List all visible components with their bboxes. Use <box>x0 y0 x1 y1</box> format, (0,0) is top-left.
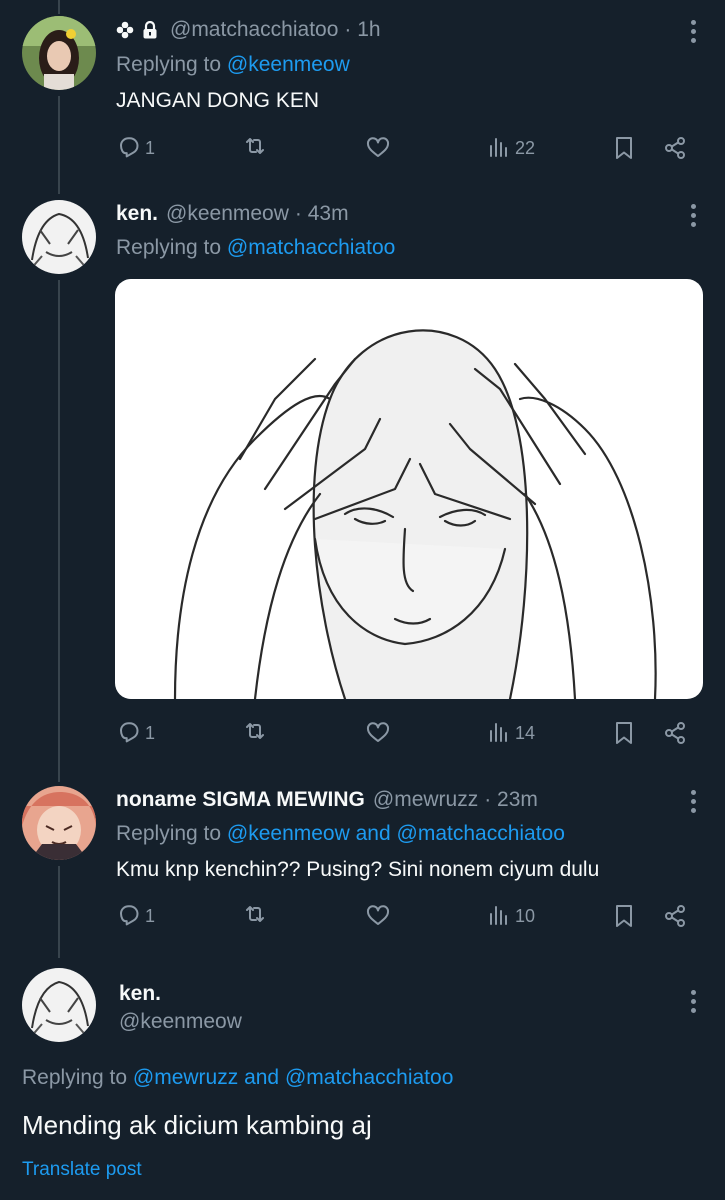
share-icon <box>665 905 685 927</box>
mention-conjunction: and <box>355 822 391 845</box>
reply-count: 1 <box>145 137 156 158</box>
replying-prefix: Replying to <box>22 1066 128 1089</box>
tweet-header: @matchacchiatoo · 1h <box>116 18 381 42</box>
replying-prefix: Replying to <box>116 822 222 845</box>
avatar[interactable] <box>22 786 96 860</box>
retweet-icon <box>246 138 264 154</box>
bookmark-button[interactable] <box>610 901 638 931</box>
bookmark-icon <box>616 722 632 744</box>
reply-button[interactable]: 1 <box>116 901 155 931</box>
reply-count: 1 <box>145 722 156 743</box>
timestamp[interactable]: · 43m <box>295 202 349 226</box>
view-count: 10 <box>515 905 536 926</box>
mention-link[interactable]: @keenmeow <box>227 822 350 845</box>
tweet-text: JANGAN DONG KEN <box>116 89 320 112</box>
tweet[interactable]: @matchacchiatoo · 1h Replying to @keenme… <box>0 0 725 190</box>
more-options-icon[interactable] <box>689 990 697 1013</box>
handle[interactable]: @mewruzz <box>373 788 478 812</box>
handle[interactable]: @matchacchiatoo <box>170 18 338 42</box>
reply-button[interactable]: 1 <box>116 718 155 748</box>
handle[interactable]: @keenmeow <box>166 202 289 226</box>
mention-link[interactable]: @mewruzz <box>133 1066 238 1089</box>
tweet-header: noname SIGMA MEWING @mewruzz · 23m <box>116 788 538 812</box>
lock-icon <box>142 20 158 39</box>
mention-link[interactable]: @keenmeow <box>227 53 350 76</box>
reply-icon <box>120 722 139 743</box>
heart-icon <box>366 137 390 157</box>
mention-link[interactable]: @matchacchiatoo <box>227 236 395 259</box>
action-bar: 1 14 <box>116 718 696 748</box>
share-button[interactable] <box>661 718 689 748</box>
share-button[interactable] <box>661 901 689 931</box>
retweet-icon <box>246 723 264 739</box>
views-icon <box>490 138 507 157</box>
like-button[interactable] <box>364 133 392 163</box>
replying-to: Replying to @keenmeow and @matchacchiato… <box>116 822 565 846</box>
retweet-icon <box>246 906 264 922</box>
view-count: 14 <box>515 722 536 743</box>
heart-icon <box>366 722 390 742</box>
display-name[interactable]: ken. <box>119 982 161 1006</box>
replying-to: Replying to @matchacchiatoo <box>116 236 395 260</box>
replying-to: Replying to @keenmeow <box>116 53 350 77</box>
more-options-icon[interactable] <box>689 790 697 813</box>
mention-conjunction: and <box>244 1066 280 1089</box>
tweet[interactable]: ken. @keenmeow · 43m Replying to @matcha… <box>0 190 725 762</box>
replying-prefix: Replying to <box>116 236 222 259</box>
like-button[interactable] <box>364 718 392 748</box>
tweet-image[interactable] <box>115 279 703 699</box>
view-count: 22 <box>515 137 536 158</box>
like-button[interactable] <box>364 901 392 931</box>
mention-link[interactable]: @matchacchiatoo <box>397 822 565 845</box>
views-icon <box>490 906 507 925</box>
action-bar: 1 22 <box>116 133 696 163</box>
share-button[interactable] <box>661 133 689 163</box>
replying-prefix: Replying to <box>116 53 222 76</box>
share-icon <box>665 137 685 159</box>
bookmark-icon <box>616 137 632 159</box>
retweet-button[interactable] <box>241 718 269 748</box>
more-options-icon[interactable] <box>689 20 697 43</box>
views-button[interactable]: 22 <box>486 133 535 163</box>
handle[interactable]: @keenmeow <box>119 1010 242 1034</box>
reply-count: 1 <box>145 905 156 926</box>
avatar[interactable] <box>22 200 96 274</box>
reply-icon <box>120 905 139 926</box>
display-name[interactable]: noname SIGMA MEWING <box>116 788 365 812</box>
avatar[interactable] <box>22 16 96 90</box>
heart-icon <box>366 905 390 925</box>
bookmark-icon <box>616 905 632 927</box>
timestamp[interactable]: · 1h <box>344 18 380 42</box>
views-button[interactable]: 14 <box>486 718 535 748</box>
tweet-text: Mending ak dicium kambing aj <box>22 1110 372 1140</box>
bookmark-button[interactable] <box>610 718 638 748</box>
timestamp[interactable]: · 23m <box>484 788 538 812</box>
focused-tweet[interactable]: ken. @keenmeow Replying to @mewruzz and … <box>0 958 725 1200</box>
action-bar: 1 10 <box>116 901 696 931</box>
share-icon <box>665 722 685 744</box>
views-button[interactable]: 10 <box>486 901 535 931</box>
reply-button[interactable]: 1 <box>116 133 155 163</box>
avatar[interactable] <box>22 968 96 1042</box>
retweet-button[interactable] <box>241 133 269 163</box>
flower-icon <box>116 21 134 39</box>
replying-to: Replying to @mewruzz and @matchacchiatoo <box>22 1066 453 1090</box>
reply-icon <box>120 137 139 158</box>
tweet-text: Kmu knp kenchin?? Pusing? Sini nonem ciy… <box>116 858 600 881</box>
tweet[interactable]: noname SIGMA MEWING @mewruzz · 23m Reply… <box>0 776 725 952</box>
mention-link[interactable]: @matchacchiatoo <box>285 1066 453 1089</box>
translate-post-link[interactable]: Translate post <box>22 1159 142 1181</box>
tweet-header: ken. @keenmeow · 43m <box>116 202 349 226</box>
views-icon <box>490 723 507 742</box>
retweet-button[interactable] <box>241 901 269 931</box>
more-options-icon[interactable] <box>689 204 697 227</box>
bookmark-button[interactable] <box>610 133 638 163</box>
display-name[interactable]: ken. <box>116 202 158 226</box>
